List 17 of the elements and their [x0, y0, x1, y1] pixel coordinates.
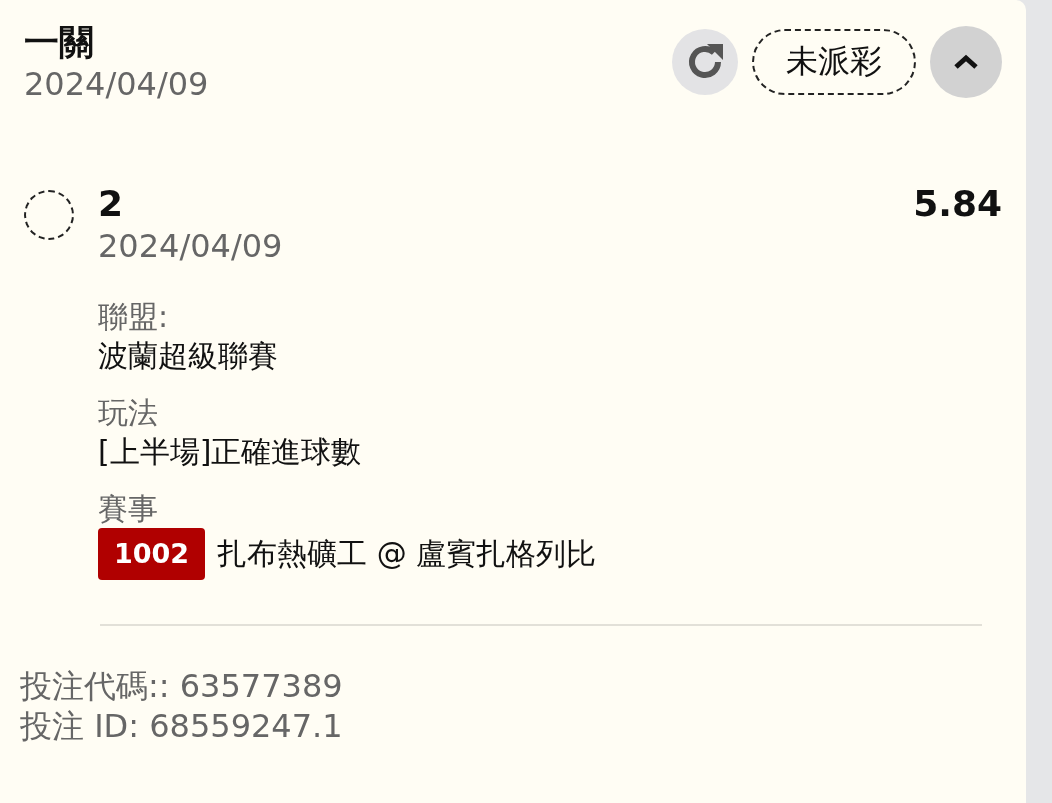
- bet-date: 2024/04/09: [24, 64, 209, 104]
- bet-title: 一關: [24, 21, 95, 64]
- radio-button[interactable]: [24, 190, 74, 240]
- status-button[interactable]: 未派彩: [752, 29, 916, 95]
- odds-value: 5.84: [913, 182, 1002, 226]
- leg-date: 2024/04/09: [98, 226, 283, 266]
- field-value: 扎布熱礦工 @ 盧賓扎格列比: [217, 535, 597, 573]
- match-number: 1002: [98, 528, 206, 580]
- field-label: 聯盟:: [98, 298, 170, 336]
- chevron-icon: [953, 54, 979, 70]
- field-label: 賽事: [98, 490, 159, 528]
- selection-text: 2: [98, 183, 124, 224]
- field-value: 波蘭超級聯賽: [98, 337, 278, 375]
- bet-reference: 投注代碼:: 63577389: [20, 666, 344, 706]
- bet-reference: 投注 ID: 68559247.1: [20, 706, 344, 746]
- field-label: 玩法: [98, 394, 159, 432]
- field-value: [上半場]正確進球數: [98, 433, 362, 471]
